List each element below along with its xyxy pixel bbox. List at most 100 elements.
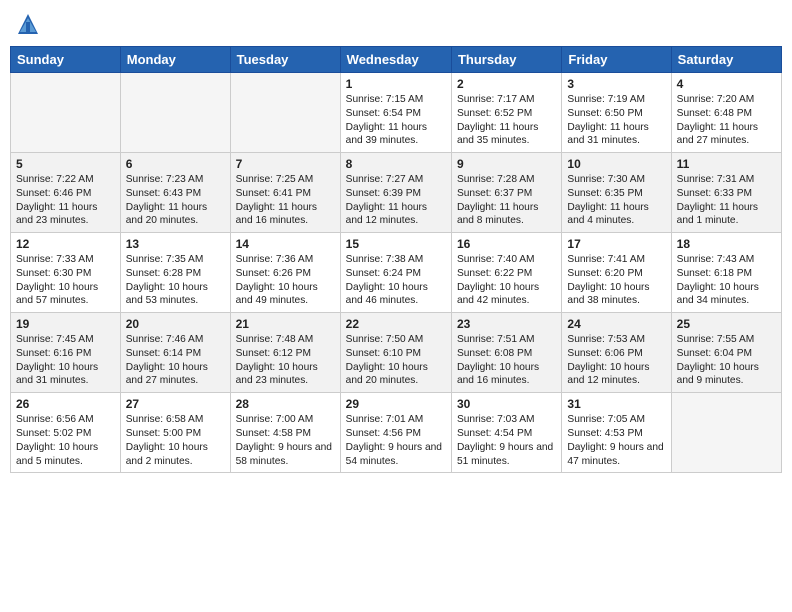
day-info: Sunrise: 7:20 AM Sunset: 6:48 PM Dayligh… [677, 93, 776, 148]
calendar-cell: 5 Sunrise: 7:22 AM Sunset: 6:46 PM Daylig… [11, 153, 121, 233]
calendar-week-row: 26 Sunrise: 6:56 AM Sunset: 5:02 PM Dayli… [11, 393, 782, 473]
day-number: 19 [16, 317, 115, 331]
day-number: 27 [126, 397, 225, 411]
weekday-header: Sunday [11, 47, 121, 73]
day-info: Sunrise: 7:46 AM Sunset: 6:14 PM Dayligh… [126, 333, 225, 388]
day-info: Sunrise: 7:00 AM Sunset: 4:58 PM Dayligh… [236, 413, 335, 468]
calendar-cell: 19Sunrise: 7:45 AM Sunset: 6:16 PM Dayli… [11, 313, 121, 393]
day-number: 1 [346, 77, 446, 91]
day-number: 25 [677, 317, 776, 331]
calendar-cell: 30Sunrise: 7:03 AM Sunset: 4:54 PM Dayli… [451, 393, 561, 473]
calendar-cell: 7 Sunrise: 7:25 AM Sunset: 6:41 PM Daylig… [230, 153, 340, 233]
day-info: Sunrise: 7:48 AM Sunset: 6:12 PM Dayligh… [236, 333, 335, 388]
calendar-cell: 2 Sunrise: 7:17 AM Sunset: 6:52 PM Daylig… [451, 73, 561, 153]
calendar-cell [671, 393, 781, 473]
day-number: 22 [346, 317, 446, 331]
day-number: 31 [567, 397, 665, 411]
calendar-week-row: 5 Sunrise: 7:22 AM Sunset: 6:46 PM Daylig… [11, 153, 782, 233]
calendar-cell: 16Sunrise: 7:40 AM Sunset: 6:22 PM Dayli… [451, 233, 561, 313]
calendar-cell: 31 Sunrise: 7:05 AM Sunset: 4:53 PM Dayli… [562, 393, 671, 473]
weekday-header: Wednesday [340, 47, 451, 73]
calendar-cell: 14 Sunrise: 7:36 AM Sunset: 6:26 PM Dayli… [230, 233, 340, 313]
calendar-cell: 18 Sunrise: 7:43 AM Sunset: 6:18 PM Dayli… [671, 233, 781, 313]
day-number: 7 [236, 157, 335, 171]
day-info: Sunrise: 7:15 AM Sunset: 6:54 PM Dayligh… [346, 93, 446, 148]
day-info: Sunrise: 7:28 AM Sunset: 6:37 PM Dayligh… [457, 173, 556, 228]
day-info: Sunrise: 6:56 AM Sunset: 5:02 PM Dayligh… [16, 413, 115, 468]
day-number: 2 [457, 77, 556, 91]
day-number: 6 [126, 157, 225, 171]
day-number: 28 [236, 397, 335, 411]
day-info: Sunrise: 7:50 AM Sunset: 6:10 PM Dayligh… [346, 333, 446, 388]
calendar-cell: 4 Sunrise: 7:20 AM Sunset: 6:48 PM Daylig… [671, 73, 781, 153]
day-info: Sunrise: 7:51 AM Sunset: 6:08 PM Dayligh… [457, 333, 556, 388]
day-number: 4 [677, 77, 776, 91]
weekday-header: Friday [562, 47, 671, 73]
weekday-header: Saturday [671, 47, 781, 73]
day-info: Sunrise: 7:19 AM Sunset: 6:50 PM Dayligh… [567, 93, 665, 148]
day-info: Sunrise: 6:58 AM Sunset: 5:00 PM Dayligh… [126, 413, 225, 468]
day-info: Sunrise: 7:01 AM Sunset: 4:56 PM Dayligh… [346, 413, 446, 468]
day-info: Sunrise: 7:22 AM Sunset: 6:46 PM Dayligh… [16, 173, 115, 228]
day-info: Sunrise: 7:05 AM Sunset: 4:53 PM Dayligh… [567, 413, 665, 468]
page-header [10, 10, 782, 38]
day-info: Sunrise: 7:03 AM Sunset: 4:54 PM Dayligh… [457, 413, 556, 468]
day-info: Sunrise: 7:38 AM Sunset: 6:24 PM Dayligh… [346, 253, 446, 308]
calendar-header-row: SundayMondayTuesdayWednesdayThursdayFrid… [11, 47, 782, 73]
day-number: 23 [457, 317, 556, 331]
day-number: 3 [567, 77, 665, 91]
logo-icon [14, 10, 42, 38]
calendar-cell: 17 Sunrise: 7:41 AM Sunset: 6:20 PM Dayli… [562, 233, 671, 313]
calendar-cell: 21 Sunrise: 7:48 AM Sunset: 6:12 PM Dayli… [230, 313, 340, 393]
day-number: 20 [126, 317, 225, 331]
calendar-cell [230, 73, 340, 153]
day-number: 8 [346, 157, 446, 171]
calendar-cell: 20 Sunrise: 7:46 AM Sunset: 6:14 PM Dayli… [120, 313, 230, 393]
day-info: Sunrise: 7:23 AM Sunset: 6:43 PM Dayligh… [126, 173, 225, 228]
day-number: 17 [567, 237, 665, 251]
calendar-cell [11, 73, 121, 153]
day-number: 12 [16, 237, 115, 251]
day-number: 14 [236, 237, 335, 251]
day-number: 10 [567, 157, 665, 171]
calendar-cell: 29 Sunrise: 7:01 AM Sunset: 4:56 PM Dayli… [340, 393, 451, 473]
day-info: Sunrise: 7:53 AM Sunset: 6:06 PM Dayligh… [567, 333, 665, 388]
day-info: Sunrise: 7:25 AM Sunset: 6:41 PM Dayligh… [236, 173, 335, 228]
calendar-cell: 13Sunrise: 7:35 AM Sunset: 6:28 PM Dayli… [120, 233, 230, 313]
day-info: Sunrise: 7:27 AM Sunset: 6:39 PM Dayligh… [346, 173, 446, 228]
calendar-week-row: 12 Sunrise: 7:33 AM Sunset: 6:30 PM Dayli… [11, 233, 782, 313]
day-number: 18 [677, 237, 776, 251]
calendar-cell: 24 Sunrise: 7:53 AM Sunset: 6:06 PM Dayli… [562, 313, 671, 393]
calendar-cell: 11Sunrise: 7:31 AM Sunset: 6:33 PM Dayli… [671, 153, 781, 233]
day-info: Sunrise: 7:33 AM Sunset: 6:30 PM Dayligh… [16, 253, 115, 308]
day-info: Sunrise: 7:36 AM Sunset: 6:26 PM Dayligh… [236, 253, 335, 308]
day-info: Sunrise: 7:30 AM Sunset: 6:35 PM Dayligh… [567, 173, 665, 228]
calendar-cell: 10 Sunrise: 7:30 AM Sunset: 6:35 PM Dayli… [562, 153, 671, 233]
day-info: Sunrise: 7:17 AM Sunset: 6:52 PM Dayligh… [457, 93, 556, 148]
day-number: 15 [346, 237, 446, 251]
logo [14, 10, 46, 38]
day-number: 9 [457, 157, 556, 171]
calendar-cell: 9 Sunrise: 7:28 AM Sunset: 6:37 PM Daylig… [451, 153, 561, 233]
calendar-cell: 8 Sunrise: 7:27 AM Sunset: 6:39 PM Daylig… [340, 153, 451, 233]
calendar-cell: 22 Sunrise: 7:50 AM Sunset: 6:10 PM Dayli… [340, 313, 451, 393]
calendar-cell: 15 Sunrise: 7:38 AM Sunset: 6:24 PM Dayli… [340, 233, 451, 313]
day-number: 13 [126, 237, 225, 251]
day-number: 24 [567, 317, 665, 331]
weekday-header: Tuesday [230, 47, 340, 73]
calendar-cell: 6 Sunrise: 7:23 AM Sunset: 6:43 PM Daylig… [120, 153, 230, 233]
day-number: 21 [236, 317, 335, 331]
calendar-cell [120, 73, 230, 153]
day-number: 5 [16, 157, 115, 171]
day-info: Sunrise: 7:41 AM Sunset: 6:20 PM Dayligh… [567, 253, 665, 308]
day-info: Sunrise: 7:40 AM Sunset: 6:22 PM Dayligh… [457, 253, 556, 308]
day-number: 26 [16, 397, 115, 411]
day-number: 29 [346, 397, 446, 411]
day-info: Sunrise: 7:31 AM Sunset: 6:33 PM Dayligh… [677, 173, 776, 228]
calendar-cell: 27 Sunrise: 6:58 AM Sunset: 5:00 PM Dayli… [120, 393, 230, 473]
day-info: Sunrise: 7:43 AM Sunset: 6:18 PM Dayligh… [677, 253, 776, 308]
calendar-cell: 28 Sunrise: 7:00 AM Sunset: 4:58 PM Dayli… [230, 393, 340, 473]
calendar-cell: 26 Sunrise: 6:56 AM Sunset: 5:02 PM Dayli… [11, 393, 121, 473]
calendar-cell: 3 Sunrise: 7:19 AM Sunset: 6:50 PM Daylig… [562, 73, 671, 153]
calendar-week-row: 19Sunrise: 7:45 AM Sunset: 6:16 PM Dayli… [11, 313, 782, 393]
